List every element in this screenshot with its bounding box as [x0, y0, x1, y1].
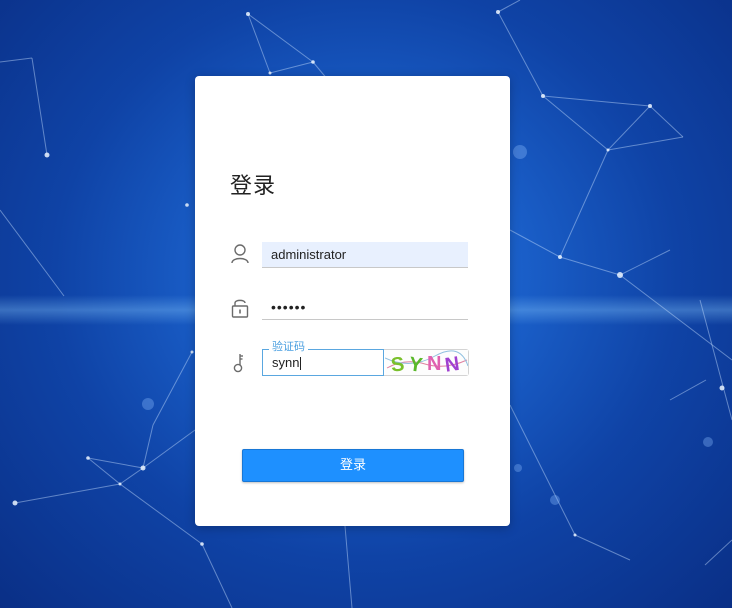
unlock-icon	[230, 297, 250, 319]
captcha-label: 验证码	[269, 341, 308, 353]
password-field[interactable]: ••••••	[262, 294, 468, 320]
captcha-value: synn	[272, 355, 300, 370]
username-field[interactable]: administrator	[262, 242, 468, 268]
captcha-image[interactable]: S Y N N	[385, 350, 468, 375]
login-card: 登录 administrator •••••• synn 验证码 S Y N N…	[195, 76, 510, 526]
login-button[interactable]: 登录	[242, 449, 464, 482]
svg-text:N: N	[444, 353, 461, 375]
login-title: 登录	[230, 174, 277, 199]
svg-text:N: N	[427, 353, 441, 375]
captcha-group: synn 验证码 S Y N N	[262, 341, 469, 376]
user-icon	[230, 243, 250, 265]
key-icon	[230, 352, 250, 374]
text-caret	[300, 357, 302, 371]
svg-text:S: S	[390, 353, 406, 375]
captcha-field[interactable]: synn	[262, 349, 384, 376]
